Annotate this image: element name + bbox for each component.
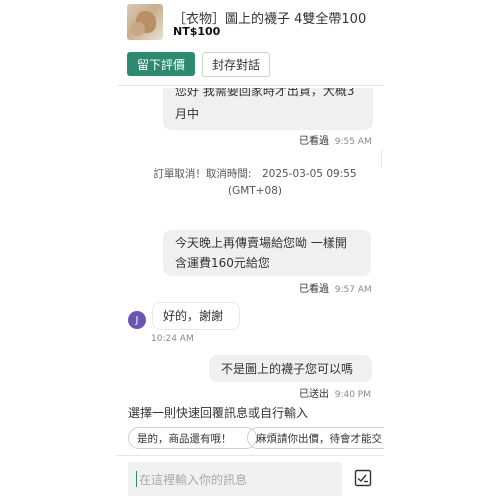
product-price: NT$100 [173,25,221,38]
message-time: 9:40 PM [334,390,371,400]
incoming-message-bubble: 好的，謝謝 [152,302,240,330]
leave-review-button[interactable]: 留下評價 [127,52,195,76]
outgoing-message-bubble: 不是圖上的襪子您可以嗎 [209,355,372,382]
system-message-line: 訂單取消！取消時間: 2025-03-05 09:55 [153,168,357,180]
message-text-line: 月中 [175,107,200,121]
message-text-line: 您好 我需要回家時才出貨，大概3 [175,88,355,98]
scroll-indicator [381,150,382,168]
message-meta: 已看過 9:55 AM [299,132,372,147]
sent-status: 已送出 [299,389,329,400]
thumbnail-socks-image-part [131,22,145,36]
system-message-line: (GMT+08) [228,185,282,197]
message-text-line: 含運費160元給您 [175,256,270,270]
message-time: 10:24 AM [151,334,194,344]
message-text: 好的，謝謝 [163,309,224,323]
composer-divider [117,455,384,456]
message-text-line: 今天晚上再傳賣場給您呦 一樣開 [175,236,347,250]
message-meta: 已看過 9:57 AM [299,280,372,295]
avatar[interactable]: J [128,311,146,329]
message-input[interactable]: 在這裡輸入你的訊息 [128,462,342,496]
read-status: 已看過 [299,136,329,147]
image-upload-icon[interactable] [354,469,372,487]
quick-reply-prompt: 選擇一則快速回覆訊息或自行輸入 [128,406,309,420]
archive-conversation-button[interactable]: 封存對話 [202,52,270,77]
quick-reply-chip[interactable]: 麻煩請你出價，待會才能交 [247,427,384,449]
read-status: 已看過 [299,284,329,295]
message-time: 9:57 AM [334,285,372,295]
message-meta: 已送出 9:40 PM [299,385,371,400]
outgoing-message-bubble: 今天晚上再傳賣場給您呦 一樣開 含運費160元給您 [163,230,371,276]
quick-reply-chip[interactable]: 是的，商品還有哦！ [128,427,257,449]
message-time: 9:55 AM [334,137,372,147]
system-message-order-cancelled: 訂單取消！取消時間: 2025-03-05 09:55 (GMT+08) [140,166,370,200]
text-caret [136,471,137,487]
header-divider [117,85,384,86]
message-input-placeholder: 在這裡輸入你的訊息 [139,473,248,487]
product-thumbnail[interactable] [127,4,163,40]
outgoing-message-bubble: 您好 我需要回家時才出貨，大概3 月中 [163,88,373,130]
message-text: 不是圖上的襪子您可以嗎 [221,362,354,376]
